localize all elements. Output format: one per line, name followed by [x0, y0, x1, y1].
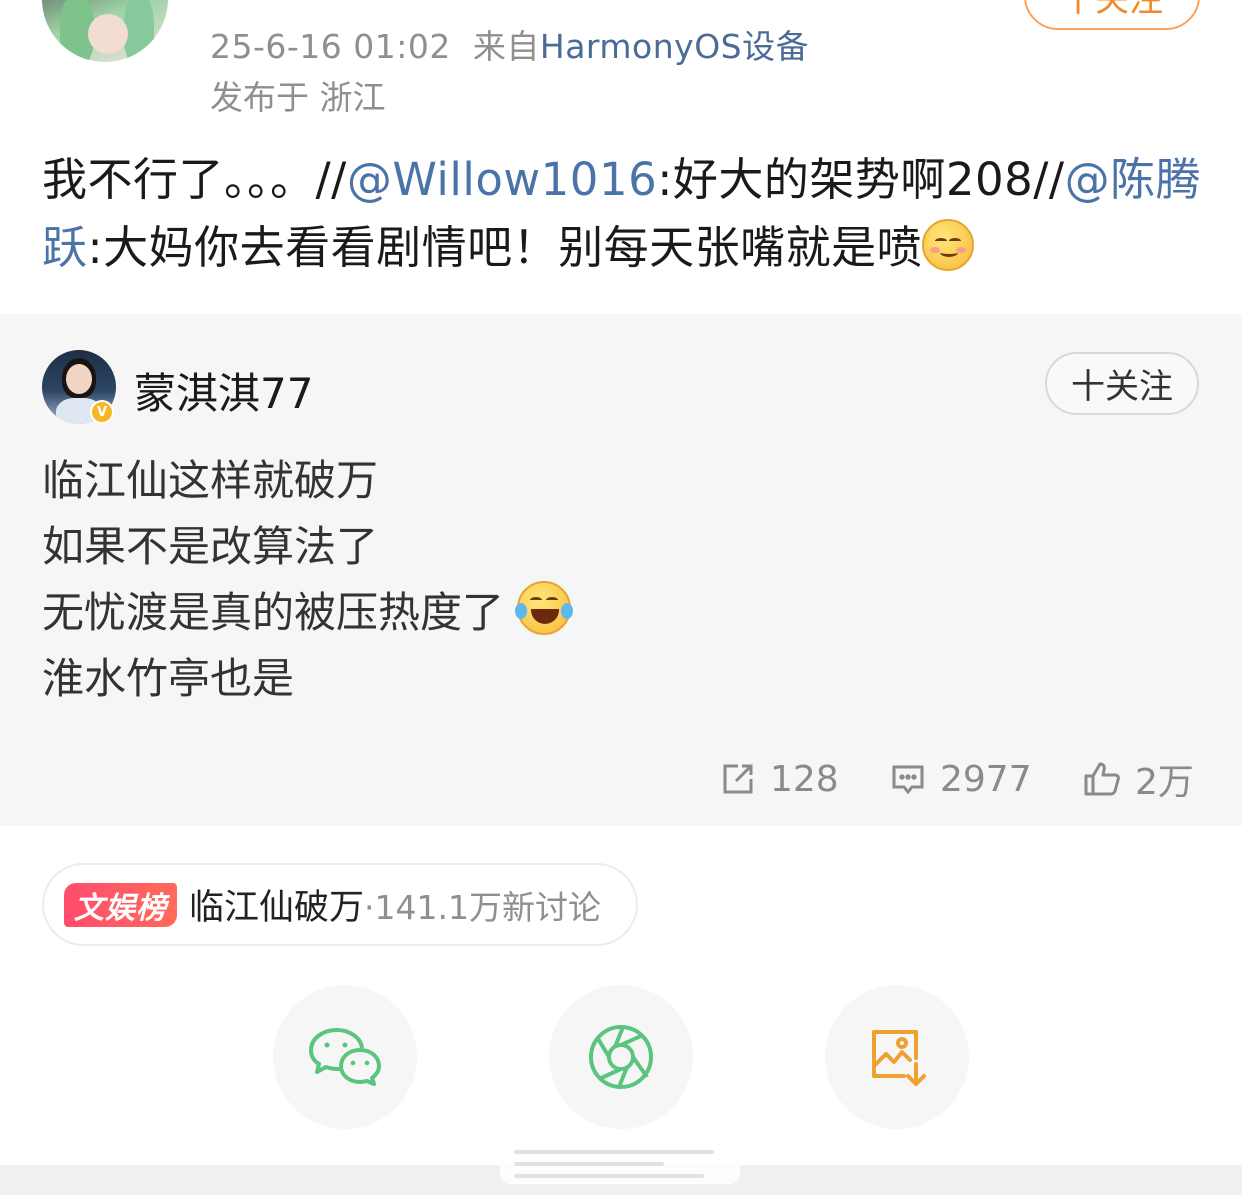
- post-device[interactable]: HarmonyOS设备: [540, 27, 809, 66]
- repost-author-avatar[interactable]: [42, 0, 168, 62]
- topic-name: 临江仙破万: [189, 888, 365, 928]
- comment-count-button[interactable]: 2977: [890, 754, 1032, 804]
- verified-badge-icon: V: [90, 400, 114, 424]
- post-line: 淮水竹亭也是: [42, 654, 295, 703]
- like-count-button[interactable]: 2万: [1083, 754, 1194, 804]
- original-post-content: 临江仙这样就破万 如果不是改算法了 无忧渡是真的被压热度了 淮水竹亭也是: [42, 448, 574, 712]
- save-image-button[interactable]: [825, 985, 969, 1129]
- post-location: 发布于 浙江: [210, 78, 386, 117]
- post-meta: 25-6-16 01:02 来自HarmonyOS设备: [210, 20, 809, 68]
- repost-count-button[interactable]: 128: [720, 754, 839, 804]
- post-line: 如果不是改算法了: [42, 522, 379, 571]
- share-moments-button[interactable]: [549, 985, 693, 1129]
- comment-icon: [892, 765, 924, 795]
- wechat-moments-icon: [589, 1025, 653, 1089]
- laugh-cry-emoji-icon: [515, 581, 574, 635]
- topic-discussion-count: ·141.1万新讨论: [364, 887, 601, 927]
- post-line: 临江仙这样就破万: [42, 456, 379, 505]
- share-wechat-button[interactable]: [273, 985, 417, 1129]
- save-image-icon: [872, 1030, 926, 1086]
- original-author-name[interactable]: 蒙淇淇77: [134, 360, 313, 421]
- post-time: 25-6-16 01:02: [210, 27, 451, 66]
- post-line: 无忧渡是真的被压热度了: [42, 580, 574, 646]
- repost-follow-button[interactable]: 十关注: [1024, 0, 1200, 30]
- mention-link[interactable]: @Willow1016: [347, 153, 657, 206]
- repost-icon: [723, 764, 753, 794]
- comment-count: 2977: [940, 758, 1032, 800]
- repost-content: 我不行了。。。//@Willow1016:好大的架势啊208//@陈腾跃:大妈你…: [42, 153, 1202, 274]
- watermark: [500, 1140, 740, 1184]
- ranking-badge: 文娱榜: [64, 882, 177, 927]
- hot-topic-pill[interactable]: 文娱榜 临江仙破万 ·141.1万新讨论: [42, 863, 638, 946]
- original-follow-button[interactable]: 十关注: [1045, 352, 1199, 415]
- repost-count: 128: [770, 758, 839, 800]
- weibo-post-detail: 十关注 25-6-16 01:02 来自HarmonyOS设备 发布于 浙江 我不…: [0, 0, 1242, 1195]
- thumbs-up-icon: [1084, 762, 1120, 796]
- like-count: 2万: [1135, 762, 1194, 803]
- wechat-icon: [309, 1028, 381, 1086]
- post-source-prefix: 来自: [472, 27, 540, 66]
- original-post-card[interactable]: V 蒙淇淇77 十关注 临江仙这样就破万 如果不是改算法了 无忧渡是真的被压热度…: [0, 314, 1242, 826]
- smile-emoji-icon: [922, 219, 975, 271]
